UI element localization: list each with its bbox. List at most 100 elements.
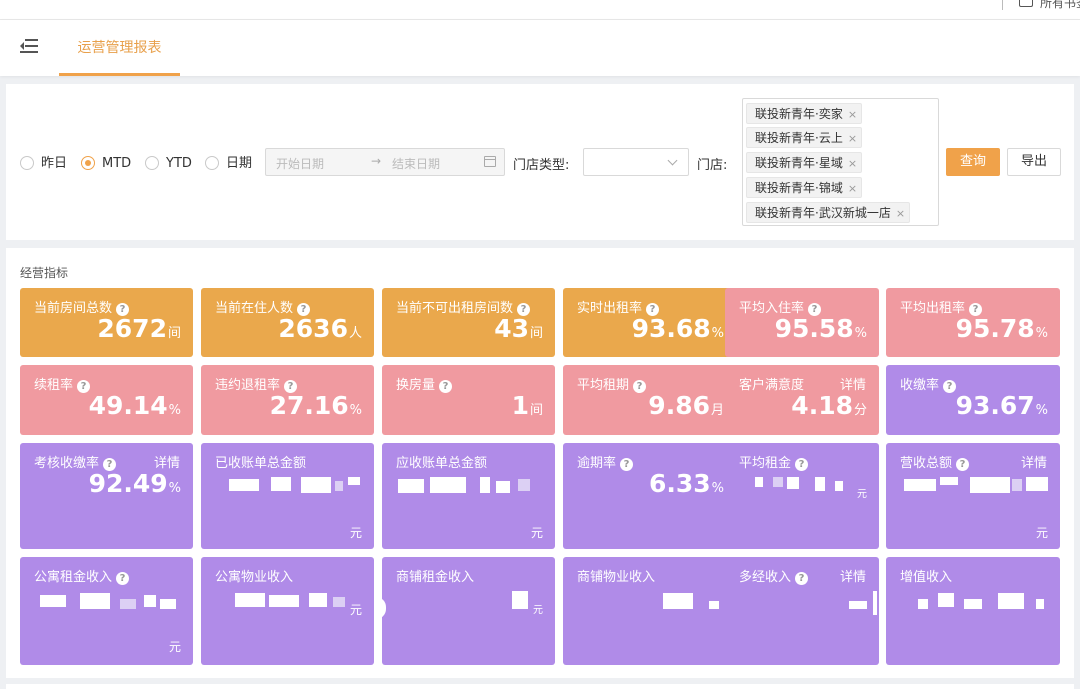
close-icon[interactable]: × xyxy=(848,132,857,145)
redacted-value xyxy=(309,593,327,607)
redacted-value xyxy=(335,481,343,491)
kpi-card-total-rooms: 当前房间总数? 2672间 xyxy=(20,288,193,357)
kpi-panel: 经营指标 当前房间总数? 2672间 当前在住人数? 2636人 当前不可出租房… xyxy=(6,248,1074,678)
close-icon[interactable]: × xyxy=(896,207,905,220)
close-icon[interactable]: × xyxy=(848,157,857,170)
radio-yesterday[interactable]: 昨日 xyxy=(20,155,67,172)
radio-date[interactable]: 日期 xyxy=(205,155,252,172)
radio-circle[interactable] xyxy=(81,155,95,170)
panel-title: 经营指标 xyxy=(20,266,69,280)
kpi-card-residents: 当前在住人数? 2636人 xyxy=(201,288,374,357)
kpi-card-collection-rate: 收缴率? 93.67% xyxy=(886,365,1060,435)
redacted-value xyxy=(1026,477,1048,491)
kpi-card-value-added-income: 增值收入 xyxy=(886,557,1060,665)
store-tag: 联投新青年·锦域 × xyxy=(746,177,863,198)
redacted-value xyxy=(235,593,265,607)
redacted-value xyxy=(709,601,719,609)
redacted-value xyxy=(940,477,958,485)
bookmarks-separator xyxy=(1002,0,1003,10)
help-icon[interactable]: ? xyxy=(795,572,809,585)
redacted-value xyxy=(160,599,176,609)
kpi-card-satisfaction: 客户满意度 详情 4.18分 xyxy=(725,365,879,435)
redacted-value xyxy=(301,477,331,493)
radio-ytd[interactable]: YTD xyxy=(145,155,192,172)
redacted-value xyxy=(518,479,530,491)
redacted-value xyxy=(1036,599,1044,609)
detail-link[interactable]: 详情 xyxy=(1021,452,1047,471)
help-icon[interactable]: ? xyxy=(439,380,453,393)
kpi-card-unrentable-rooms: 当前不可出租房间数? 43间 xyxy=(382,288,555,357)
browser-bookmarks-bar: 所有书签 xyxy=(0,0,1080,20)
help-icon[interactable]: ? xyxy=(620,458,634,471)
redacted-value xyxy=(333,597,345,607)
redacted-value xyxy=(815,477,825,491)
redacted-value xyxy=(430,477,466,493)
store-multi-select[interactable]: 联投新青年·奕家 × 联投新青年·云上 × 联投新青年·星域 × 联投新青年·锦域 × … xyxy=(742,98,939,226)
query-button[interactable]: 查询 xyxy=(946,148,1000,176)
redacted-value xyxy=(348,477,360,485)
redacted-value xyxy=(382,597,386,619)
kpi-card-shop-rent-income: 商铺租金收入 元 xyxy=(382,557,555,665)
folder-icon[interactable] xyxy=(1019,0,1033,7)
help-icon[interactable]: ? xyxy=(943,380,957,393)
kpi-card-avg-checkin-rate: 平均入住率? 95.58% xyxy=(725,288,879,357)
detail-link[interactable]: 详情 xyxy=(840,566,866,585)
end-date-input[interactable]: 结束日期 xyxy=(392,155,440,172)
kpi-card-renewal-rate: 续租率? 49.14% xyxy=(20,365,193,435)
help-icon[interactable]: ? xyxy=(633,380,647,393)
filter-bar: 昨日 MTD YTD 日期 开始日期 → 结束日期 门店类型: 门店: 联投新青… xyxy=(6,84,1074,240)
tab-operations-report[interactable]: 运营管理报表 xyxy=(59,20,180,76)
kpi-card-received-bills-total: 已收账单总金额 元 xyxy=(201,443,374,549)
redacted-value xyxy=(918,599,928,609)
redacted-value xyxy=(40,595,66,607)
tab-bar: 运营管理报表 xyxy=(0,20,1080,76)
export-button[interactable]: 导出 xyxy=(1007,148,1061,176)
redacted-value xyxy=(849,601,867,609)
kpi-card-room-changes: 换房量? 1间 xyxy=(382,365,555,435)
close-icon[interactable]: × xyxy=(848,182,857,195)
store-type-select[interactable] xyxy=(583,148,689,176)
help-icon[interactable]: ? xyxy=(116,572,130,585)
kpi-card-apartment-rent-income: 公寓租金收入? 元 xyxy=(20,557,193,665)
arrow-right-icon: → xyxy=(371,154,382,168)
kpi-card-multi-business-income: 多经收入? 详情 xyxy=(725,557,879,665)
radio-circle[interactable] xyxy=(205,155,219,170)
date-range-picker[interactable]: 开始日期 → 结束日期 xyxy=(265,148,505,176)
kpi-card-avg-lease: 平均租期? 9.86月 xyxy=(563,365,736,435)
redacted-value xyxy=(80,593,110,609)
calendar-icon[interactable] xyxy=(484,156,496,167)
start-date-input[interactable]: 开始日期 xyxy=(276,155,324,172)
redacted-value xyxy=(398,479,424,493)
kpi-card-realtime-occupancy: 实时出租率? 93.68% xyxy=(563,288,736,357)
help-icon[interactable]: ? xyxy=(956,458,970,471)
redacted-value xyxy=(787,477,799,489)
redacted-value xyxy=(1012,479,1022,491)
store-tag: 联投新青年·云上 × xyxy=(746,127,863,148)
radio-circle[interactable] xyxy=(20,155,34,170)
redacted-value xyxy=(229,479,259,491)
kpi-card-assessed-collection-rate: 考核收缴率? 详情 92.49% xyxy=(20,443,193,549)
help-icon[interactable]: ? xyxy=(795,458,809,471)
close-icon[interactable]: × xyxy=(848,108,857,121)
kpi-card-avg-rental-rate: 平均出租率? 95.78% xyxy=(886,288,1060,357)
redacted-value xyxy=(938,593,954,607)
redacted-value xyxy=(835,481,843,491)
kpi-card-shop-property-income: 商铺物业收入 xyxy=(563,557,736,665)
next-panel-edge xyxy=(6,684,1074,689)
redacted-value xyxy=(964,599,982,609)
redacted-value xyxy=(970,477,1010,493)
radio-mtd[interactable]: MTD xyxy=(81,155,131,172)
redacted-value xyxy=(663,593,693,609)
kpi-card-total-revenue: 营收总额? 详情 元 xyxy=(886,443,1060,549)
kpi-card-receivable-bills-total: 应收账单总金额 元 xyxy=(382,443,555,549)
redacted-value xyxy=(269,595,299,607)
kpi-card-apartment-property-income: 公寓物业收入 元 xyxy=(201,557,374,665)
redacted-value xyxy=(773,477,783,487)
menu-collapse-icon[interactable] xyxy=(20,39,38,53)
all-bookmarks-link[interactable]: 所有书签 xyxy=(1040,0,1080,11)
radio-circle[interactable] xyxy=(145,155,159,170)
redacted-value xyxy=(512,591,528,609)
redacted-value xyxy=(873,591,877,615)
redacted-value xyxy=(904,479,936,491)
kpi-card-avg-rent: 平均租金? 元 xyxy=(725,443,879,549)
